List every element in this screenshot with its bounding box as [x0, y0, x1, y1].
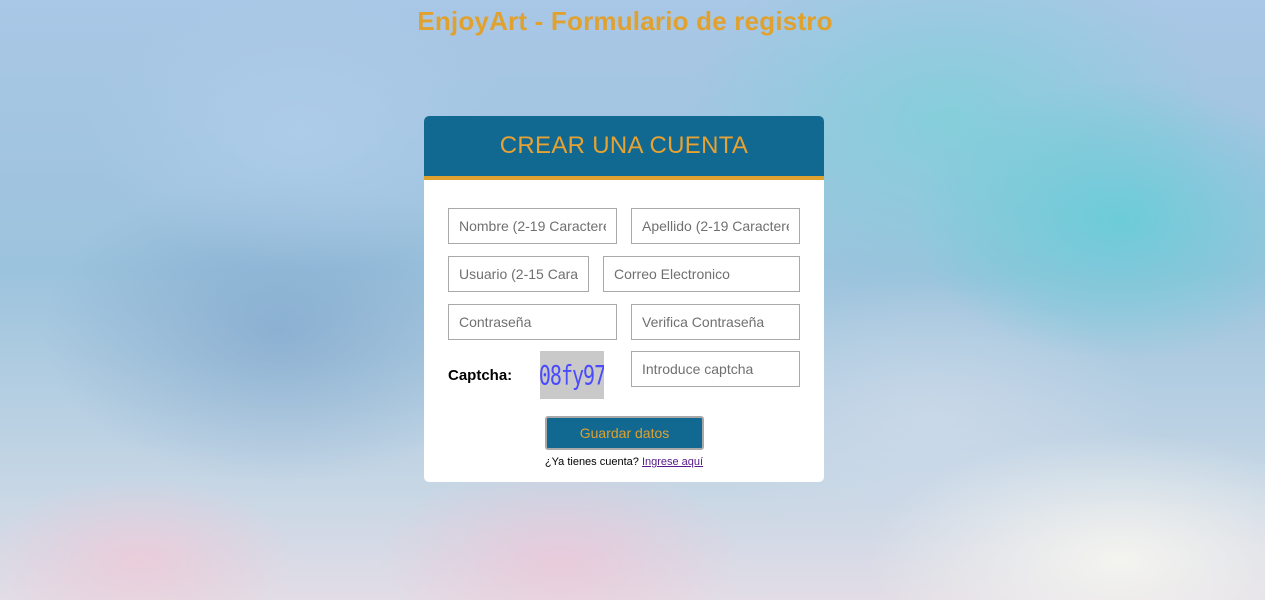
password-input[interactable]: [448, 304, 617, 340]
captcha-image: m08fy97b: [540, 351, 604, 399]
login-prompt-text: ¿Ya tienes cuenta?: [544, 456, 639, 468]
registration-card: CREAR UNA CUENTA Captcha: m08fy97b Guard…: [424, 116, 824, 482]
username-input[interactable]: [448, 256, 589, 292]
email-input[interactable]: [603, 256, 800, 292]
save-button[interactable]: Guardar datos: [545, 416, 704, 450]
captcha-input[interactable]: [631, 351, 800, 387]
last-name-input[interactable]: [631, 208, 800, 244]
confirm-password-input[interactable]: [631, 304, 800, 340]
captcha-code: m08fy97b: [540, 358, 604, 392]
login-link[interactable]: Ingrese aquí: [642, 456, 703, 468]
captcha-label: Captcha:: [448, 367, 513, 384]
login-prompt: ¿Ya tienes cuenta? Ingrese aquí: [424, 456, 824, 468]
form-heading: CREAR UNA CUENTA: [499, 132, 749, 159]
first-name-input[interactable]: [448, 208, 617, 244]
page-title: EnjoyArt - Formulario de registro: [417, 6, 833, 36]
card-header: CREAR UNA CUENTA: [424, 116, 824, 180]
